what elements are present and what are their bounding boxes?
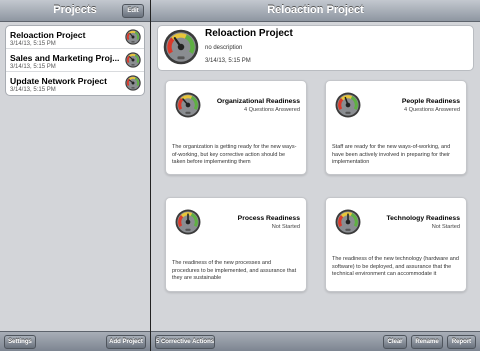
edit-button[interactable]: Edit <box>122 4 144 18</box>
project-detail-pane: Reloaction Project Reloaction Project no… <box>151 0 480 351</box>
gauge-icon <box>163 29 199 65</box>
card-status: 4 Questions Answered <box>404 107 460 113</box>
card-status: Not Started <box>431 224 460 230</box>
project-name: Sales and Marketing Proj... <box>10 53 120 63</box>
card-title: Technology Readiness <box>386 215 460 222</box>
card-description: The readiness of the new technology (har… <box>332 256 459 278</box>
project-name: Update Network Project <box>10 76 107 86</box>
rename-button[interactable]: Rename <box>411 335 443 349</box>
card-description: The organization is getting ready for th… <box>172 144 297 166</box>
card-title: People Readiness <box>401 98 460 105</box>
project-description: no description <box>205 45 243 51</box>
process-readiness-card[interactable]: Process Readiness Not Started The readin… <box>165 197 307 292</box>
card-title: Process Readiness <box>237 215 300 222</box>
report-button[interactable]: Report <box>447 335 476 349</box>
people-readiness-card[interactable]: People Readiness 4 Questions Answered St… <box>325 80 467 175</box>
clear-button[interactable]: Clear <box>383 335 407 349</box>
gauge-icon <box>125 75 141 91</box>
card-description: The readiness of the new processes and p… <box>172 260 297 282</box>
card-description: Staff are ready for the new ways-of-work… <box>332 144 451 166</box>
gauge-icon <box>335 209 361 235</box>
gauge-icon <box>125 52 141 68</box>
gauge-icon <box>335 92 361 118</box>
gauge-icon <box>175 92 201 118</box>
project-date: 3/14/13, 5:15 PM <box>10 87 56 93</box>
project-date: 3/14/13, 5:15 PM <box>10 41 56 47</box>
project-header-card: Reloaction Project no description 3/14/1… <box>157 25 474 71</box>
projects-toolbar: Settings Add Project <box>0 331 150 351</box>
project-item[interactable]: Update Network Project 3/14/13, 5:15 PM <box>6 72 144 95</box>
gauge-icon <box>125 29 141 45</box>
settings-button[interactable]: Settings <box>4 335 36 349</box>
projects-pane: Projects Edit Reloaction Project 3/14/13… <box>0 0 150 351</box>
project-item[interactable]: Reloaction Project 3/14/13, 5:15 PM <box>6 26 144 49</box>
project-item[interactable]: Sales and Marketing Proj... 3/14/13, 5:1… <box>6 49 144 72</box>
detail-toolbar: 5 Corrective Actions Clear Rename Report <box>151 331 480 351</box>
project-name: Reloaction Project <box>10 30 86 40</box>
card-status: Not Started <box>271 224 300 230</box>
projects-navbar: Projects Edit <box>0 0 150 22</box>
detail-title: Reloaction Project <box>267 4 364 16</box>
organizational-readiness-card[interactable]: Organizational Readiness 4 Questions Ans… <box>165 80 307 175</box>
gauge-icon <box>175 209 201 235</box>
detail-navbar: Reloaction Project <box>151 0 480 22</box>
corrective-actions-button[interactable]: 5 Corrective Actions <box>155 335 215 349</box>
project-name: Reloaction Project <box>205 28 293 39</box>
project-date: 3/14/13, 5:15 PM <box>205 58 251 64</box>
card-status: 4 Questions Answered <box>244 107 300 113</box>
add-project-button[interactable]: Add Project <box>106 335 146 349</box>
project-list: Reloaction Project 3/14/13, 5:15 PM Sale… <box>5 25 145 96</box>
project-date: 3/14/13, 5:15 PM <box>10 64 56 70</box>
card-title: Organizational Readiness <box>216 98 300 105</box>
technology-readiness-card[interactable]: Technology Readiness Not Started The rea… <box>325 197 467 292</box>
